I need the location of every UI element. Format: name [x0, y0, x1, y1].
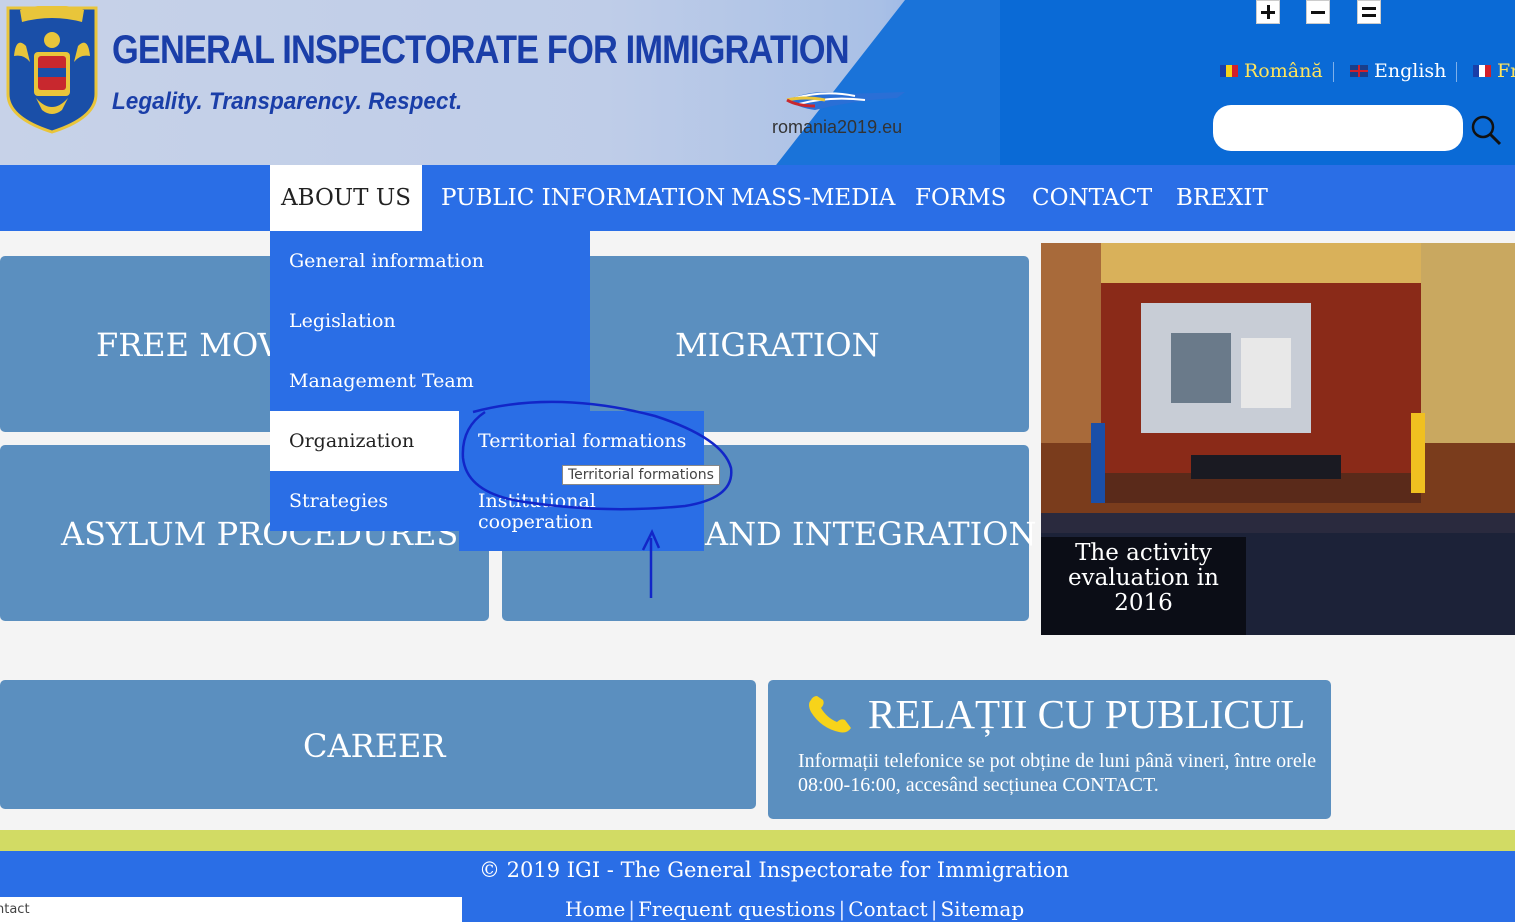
nav-mass-media[interactable]: MASS-MEDIA [731, 165, 895, 231]
lang-french-label: Fr [1497, 60, 1515, 82]
menu-icon[interactable] [1357, 0, 1381, 24]
dropdown-item-organization[interactable]: Organization [270, 411, 459, 471]
site-title: GENERAL INSPECTORATE FOR IMMIGRATION [112, 28, 850, 72]
search-input[interactable] [1213, 105, 1463, 151]
nav-about-us[interactable]: ABOUT US [270, 165, 422, 231]
nav-contact[interactable]: CONTACT [1032, 165, 1152, 231]
phone-icon [809, 696, 851, 733]
uk-flag-icon [1350, 65, 1368, 77]
footer-link-separator: | [930, 897, 938, 921]
lang-romana-label: Română [1244, 60, 1323, 82]
footer-link-contact[interactable]: Contact [848, 897, 927, 921]
romania-flag-icon [1220, 65, 1238, 77]
zoom-out-icon[interactable] [1306, 0, 1330, 24]
tile-career-label: CAREER [303, 727, 446, 765]
romania2019-logo-graphic[interactable] [785, 88, 910, 112]
nav-public-information[interactable]: PUBLIC INFORMATION [441, 165, 725, 231]
dropdown-item-general-information[interactable]: General information [270, 231, 484, 291]
lang-romana[interactable]: Română [1220, 60, 1323, 82]
lang-english[interactable]: English [1350, 60, 1446, 82]
dropdown-item-management-team[interactable]: Management Team [270, 351, 474, 411]
dropdown-item-legislation[interactable]: Legislation [270, 291, 396, 351]
france-flag-icon [1473, 65, 1491, 77]
footer-link-frequent-questions[interactable]: Frequent questions [638, 897, 835, 921]
public-relations-text: Informații telefonice se pot obține de l… [798, 750, 1317, 796]
footer-green-bar [0, 830, 1515, 851]
footer-contact-panel[interactable] [0, 897, 462, 922]
romania2019-logo-text: romania2019.eu [772, 117, 903, 137]
search-icon[interactable] [1470, 114, 1502, 146]
tile-migration-label: MIGRATION [675, 326, 880, 364]
tile-integration-label: AND INTEGRATION [705, 515, 1037, 553]
footer-link-sitemap[interactable]: Sitemap [940, 897, 1024, 921]
lang-separator [1456, 62, 1457, 82]
annotation-circle [461, 400, 733, 511]
footer-links: Home | Frequent questions | Contact | Sitemap [565, 897, 1024, 921]
tile-career[interactable]: CAREER [0, 680, 756, 809]
footer-copyright: © 2019 IGI - The General Inspectorate fo… [478, 858, 1070, 882]
footer-contact-panel-label: ntact [0, 902, 30, 917]
lang-french[interactable]: Fr [1473, 60, 1515, 82]
nav-brexit[interactable]: BREXIT [1176, 165, 1268, 231]
footer-link-separator: | [838, 897, 846, 921]
public-relations-title: RELAȚII CU PUBLICUL [868, 691, 1306, 737]
nav-forms[interactable]: FORMS [915, 165, 1006, 231]
footer-link-separator: | [628, 897, 636, 921]
crest-logo[interactable] [6, 6, 98, 134]
photo-caption[interactable]: The activity evaluation in 2016 [1041, 541, 1246, 616]
dropdown-item-strategies[interactable]: Strategies [270, 471, 459, 531]
lang-separator [1333, 62, 1334, 82]
zoom-in-icon[interactable] [1256, 0, 1280, 24]
lang-english-label: English [1374, 60, 1447, 82]
site-tagline: Legality. Transparency. Respect. [112, 88, 463, 115]
hand-drawn-annotation [461, 400, 733, 598]
footer-link-home[interactable]: Home [565, 897, 625, 921]
